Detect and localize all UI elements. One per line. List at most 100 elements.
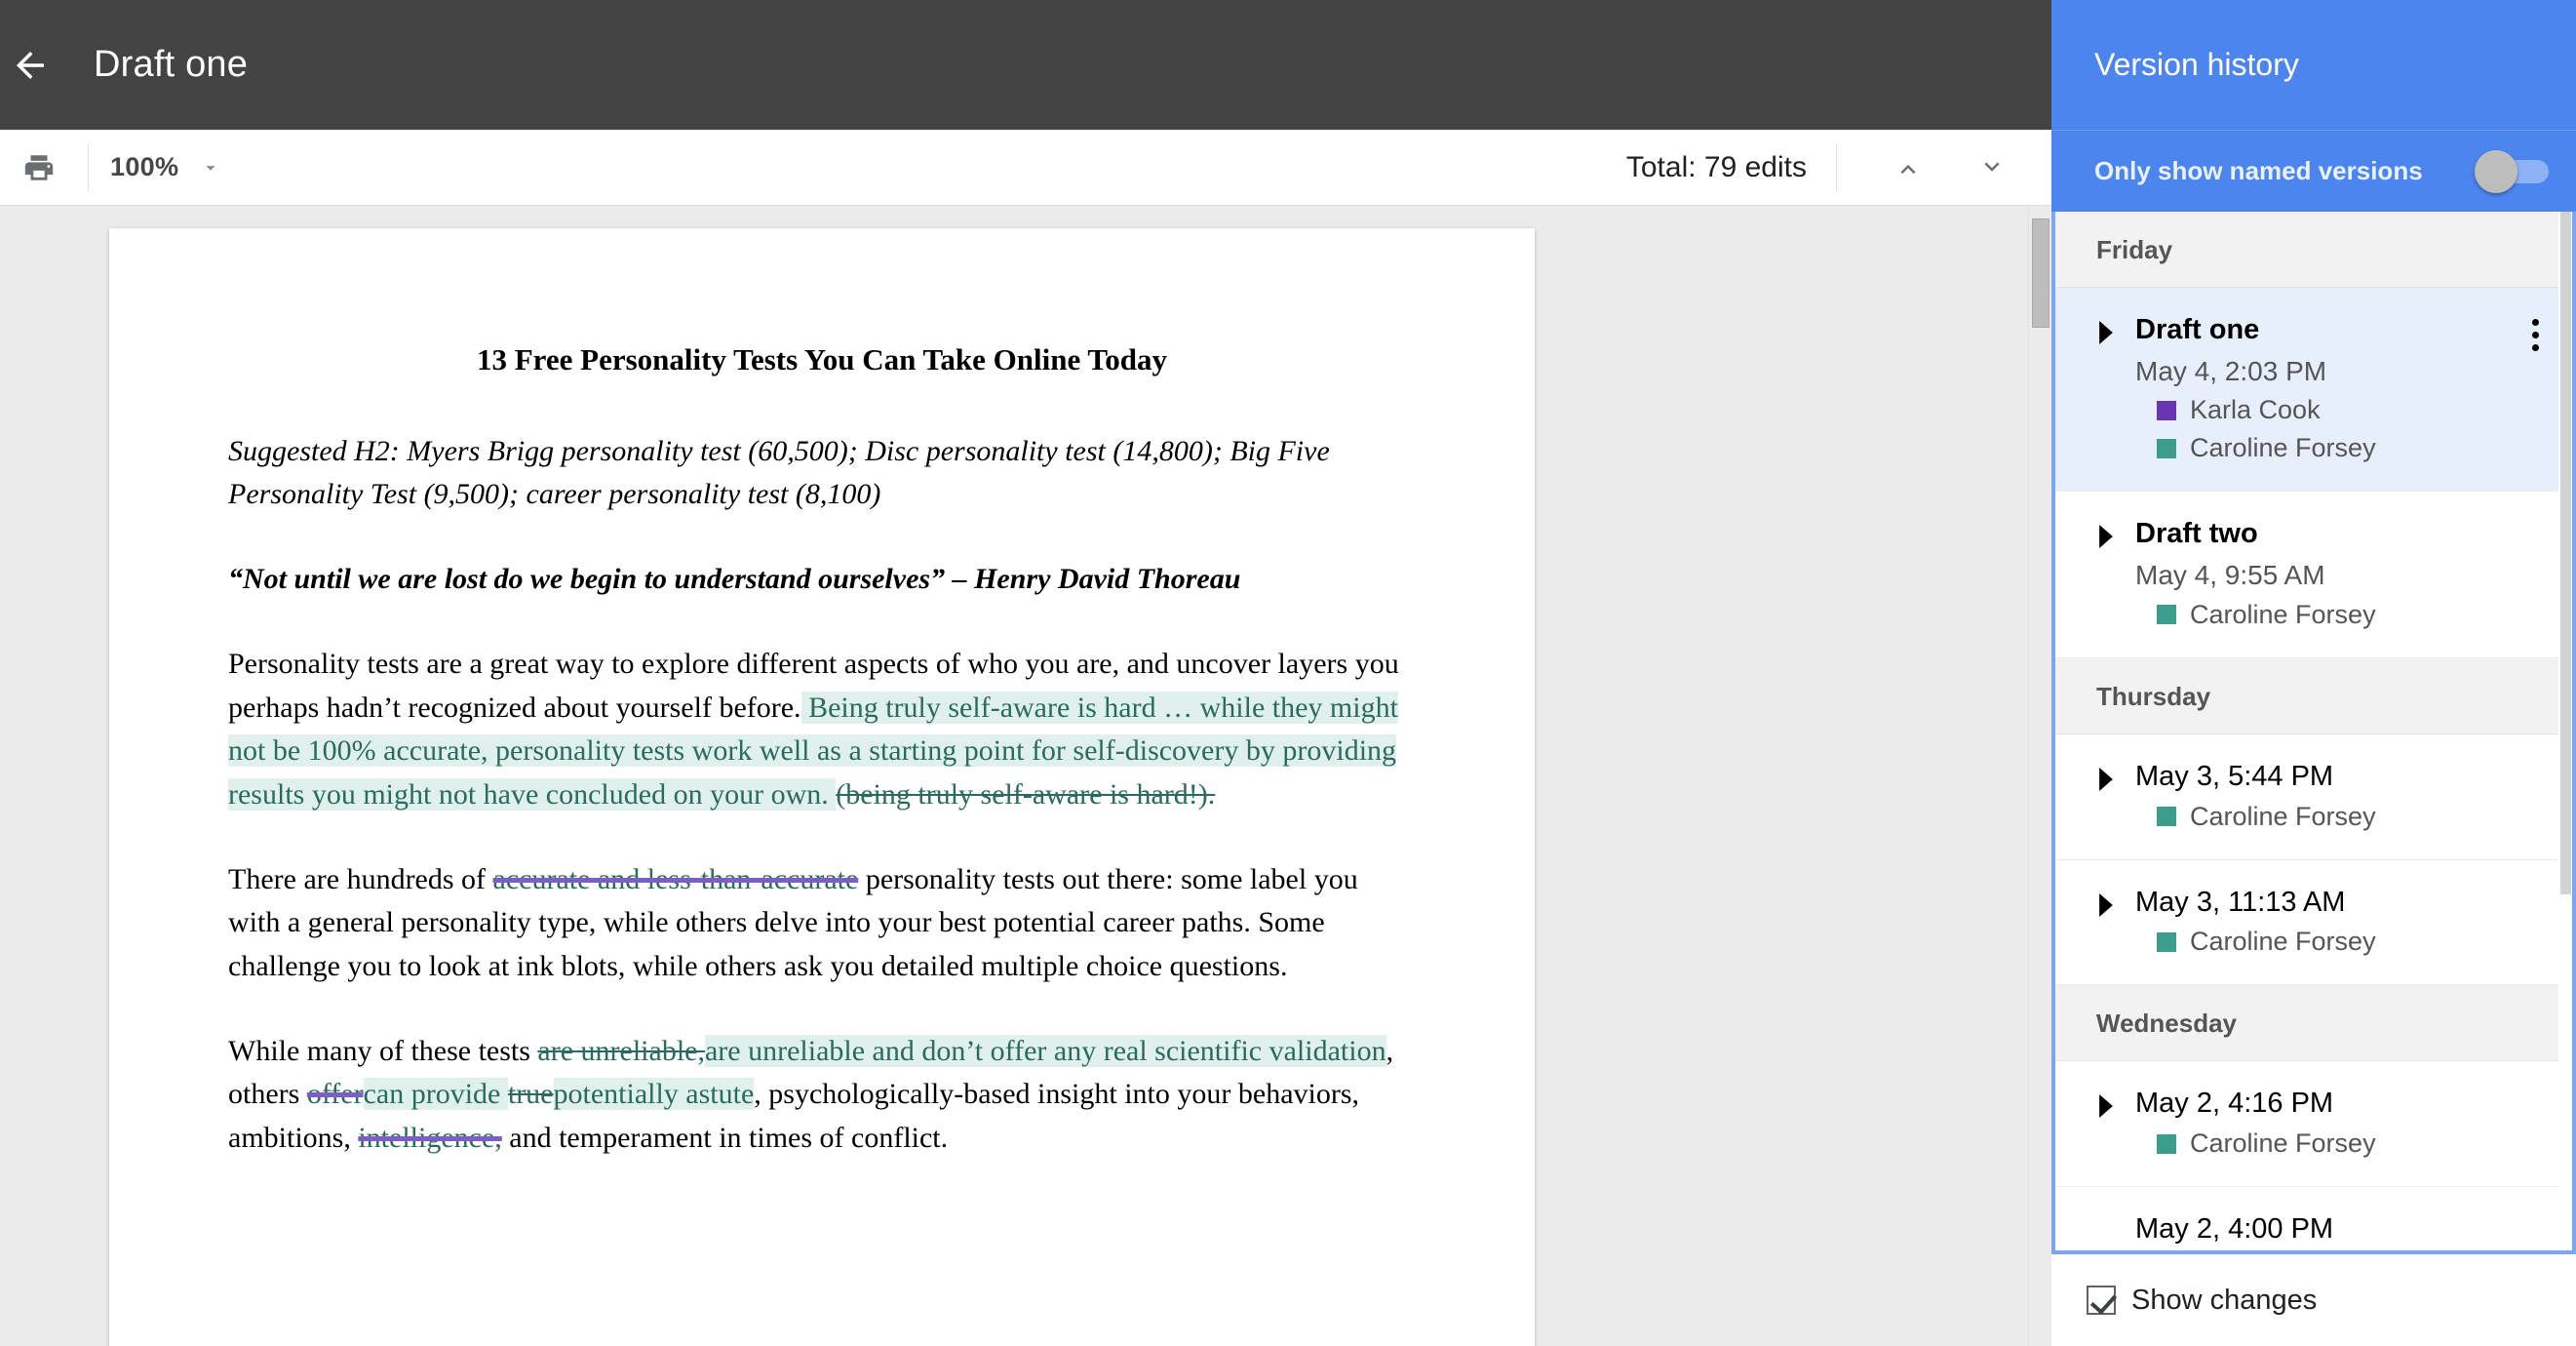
- version-name: May 3, 11:13 AM: [2135, 886, 2346, 918]
- para3-deleted-text-1: are unreliable,: [537, 1034, 705, 1067]
- toolbar: 100% Total: 79 edits: [0, 130, 2051, 206]
- body-paragraph-3: While many of these tests are unreliable…: [228, 1030, 1416, 1161]
- version-list-inner: Friday Draft one May 4, 2:03 PM Karla Cook C…: [2055, 212, 2572, 1250]
- version-item[interactable]: May 3, 5:44 PM Caroline Forsey: [2055, 733, 2572, 860]
- version-author-row: Karla Cook: [2135, 395, 2551, 425]
- para3-inserted-text-3: potentially astute: [553, 1078, 755, 1111]
- body-paragraph-1: Personality tests are a great way to exp…: [228, 643, 1416, 817]
- para2-deleted-text: accurate and less-than-accurate: [492, 862, 859, 895]
- edit-count-label: Total: 79 edits: [1625, 150, 1807, 183]
- version-name: Draft two: [2135, 518, 2258, 550]
- version-item-body: Draft one May 4, 2:03 PM Karla Cook Carolin…: [2135, 313, 2551, 463]
- toolbar-right-group: Total: 79 edits: [1626, 139, 2051, 196]
- version-list[interactable]: Friday Draft one May 4, 2:03 PM Karla Cook C…: [2051, 212, 2576, 1254]
- para1-inserted-text-2: your own.: [710, 777, 837, 811]
- author-name: Caroline Forsey: [2190, 433, 2376, 463]
- toolbar-divider: [88, 143, 89, 191]
- show-changes-checkbox[interactable]: [2087, 1286, 2116, 1315]
- chevron-down-icon[interactable]: [1964, 139, 2020, 196]
- document-canvas: 13 Free Personality Tests You Can Take O…: [0, 206, 2051, 1346]
- para3-deleted-text-3: true: [507, 1078, 554, 1111]
- named-versions-toggle-label: Only show named versions: [2094, 156, 2423, 185]
- day-header: Wednesday: [2055, 985, 2572, 1062]
- document-scrollbar-thumb[interactable]: [2032, 218, 2049, 328]
- para3-inserted-text-1: are unreliable and don’t offer any real …: [704, 1034, 1386, 1067]
- version-item-header: May 3, 11:13 AM Caroline Forsey: [2096, 886, 2551, 958]
- para3-plain-start: While many of these tests: [228, 1034, 538, 1067]
- document-heading: 13 Free Personality Tests You Can Take O…: [477, 342, 1167, 376]
- version-item-header: May 2, 4:16 PM Caroline Forsey: [2096, 1087, 2551, 1159]
- para3-deleted-text-4: intelligence,: [358, 1122, 502, 1154]
- para2-plain-start: There are hundreds of: [228, 862, 493, 895]
- toolbar-divider: [1836, 143, 1837, 191]
- author-color-swatch: [2157, 605, 2176, 625]
- version-item-body: Draft two May 4, 9:55 AM Caroline Forsey: [2135, 517, 2551, 629]
- version-item[interactable]: May 2, 4:00 PMCaroline Forsey: [2055, 1187, 2572, 1250]
- main-region: Draft one 100% Total: 79 edits 13 Free P…: [0, 0, 2051, 1346]
- sidebar-header: Version history: [2051, 0, 2576, 130]
- document-body: 13 Free Personality Tests You Can Take O…: [109, 228, 1535, 1161]
- print-icon[interactable]: [12, 140, 66, 195]
- version-author-row: Caroline Forsey: [2135, 1128, 2551, 1159]
- more-options-icon[interactable]: [2517, 313, 2553, 356]
- version-name: May 2, 4:16 PM: [2135, 1088, 2334, 1120]
- document-scrollbar[interactable]: [2028, 206, 2051, 1346]
- top-bar: Draft one: [0, 0, 2051, 130]
- version-name: May 2, 4:00 PM: [2135, 1213, 2334, 1246]
- version-item-header: May 3, 5:44 PM Caroline Forsey: [2096, 760, 2551, 832]
- version-timestamp: May 4, 9:55 AM: [2135, 560, 2325, 591]
- author-color-swatch: [2157, 438, 2176, 458]
- version-author-row: Caroline Forsey: [2135, 433, 2551, 463]
- version-author-row: Caroline Forsey: [2135, 600, 2551, 630]
- body-paragraph-2: There are hundreds of accurate and less-…: [228, 858, 1416, 989]
- version-item[interactable]: May 2, 4:16 PM Caroline Forsey: [2055, 1061, 2572, 1188]
- sidebar-scrollbar-thumb[interactable]: [2560, 212, 2571, 894]
- version-item-body: May 2, 4:16 PM Caroline Forsey: [2135, 1087, 2551, 1159]
- author-name: Caroline Forsey: [2190, 599, 2376, 629]
- document-page: 13 Free Personality Tests You Can Take O…: [109, 228, 1535, 1346]
- para3-plain-end: and temperament in times of conflict.: [501, 1122, 949, 1154]
- para3-inserted-text-2: can provide: [363, 1078, 508, 1111]
- zoom-level-value[interactable]: 100%: [110, 152, 178, 182]
- day-header: Friday: [2055, 212, 2572, 288]
- page-title: Draft one: [94, 44, 249, 85]
- version-item-header: Draft two May 4, 9:55 AM Caroline Forsey: [2096, 517, 2551, 629]
- version-item-body: May 3, 5:44 PM Caroline Forsey: [2135, 760, 2551, 832]
- app-root: Draft one 100% Total: 79 edits 13 Free P…: [0, 0, 2576, 1346]
- author-name: Caroline Forsey: [2190, 927, 2376, 957]
- sidebar-scrollbar[interactable]: [2558, 212, 2572, 1250]
- chevron-down-icon[interactable]: [200, 157, 221, 178]
- author-color-swatch: [2157, 400, 2176, 420]
- chevron-up-icon[interactable]: [1880, 139, 1936, 196]
- expand-triangle-icon[interactable]: [2096, 760, 2122, 796]
- para3-deleted-text-2: offer: [306, 1078, 364, 1111]
- expand-triangle-icon[interactable]: [2096, 313, 2122, 349]
- show-changes-row[interactable]: Show changes: [2051, 1254, 2576, 1346]
- named-versions-toggle[interactable]: [2475, 149, 2549, 193]
- quote-paragraph: “Not until we are lost do we begin to un…: [228, 563, 1241, 596]
- author-name: Caroline Forsey: [2190, 801, 2376, 831]
- version-item[interactable]: Draft one May 4, 2:03 PM Karla Cook Carolin…: [2055, 288, 2572, 493]
- expand-triangle-icon[interactable]: [2096, 886, 2122, 922]
- expand-triangle-icon[interactable]: [2096, 1087, 2122, 1123]
- author-name: Caroline Forsey: [2190, 1128, 2376, 1159]
- toggle-knob[interactable]: [2475, 149, 2517, 193]
- version-author-row: Caroline Forsey: [2135, 927, 2551, 957]
- version-timestamp: May 4, 2:03 PM: [2135, 355, 2327, 386]
- author-name: Karla Cook: [2190, 395, 2321, 425]
- version-item-body: May 2, 4:00 PMCaroline Forsey: [2135, 1212, 2551, 1250]
- version-item[interactable]: May 3, 11:13 AM Caroline Forsey: [2055, 859, 2572, 986]
- author-color-swatch: [2157, 1133, 2176, 1154]
- para1-deleted-text: (being truly self-aware is hard!).: [836, 777, 1216, 811]
- day-header: Thursday: [2055, 657, 2572, 734]
- named-versions-toggle-row: Only show named versions: [2051, 130, 2576, 212]
- arrow-left-icon[interactable]: [2, 37, 59, 94]
- version-item-body: May 3, 11:13 AM Caroline Forsey: [2135, 886, 2551, 958]
- author-color-swatch: [2157, 807, 2176, 827]
- expand-triangle-icon[interactable]: [2096, 517, 2122, 553]
- version-history-sidebar: Version history Only show named versions…: [2051, 0, 2576, 1346]
- suggested-h2-paragraph: Suggested H2: Myers Brigg personality te…: [228, 434, 1330, 511]
- version-item-header: May 2, 4:00 PMCaroline Forsey: [2096, 1212, 2551, 1250]
- version-item[interactable]: Draft two May 4, 9:55 AM Caroline Forsey: [2055, 492, 2572, 658]
- version-name: May 3, 5:44 PM: [2135, 760, 2334, 792]
